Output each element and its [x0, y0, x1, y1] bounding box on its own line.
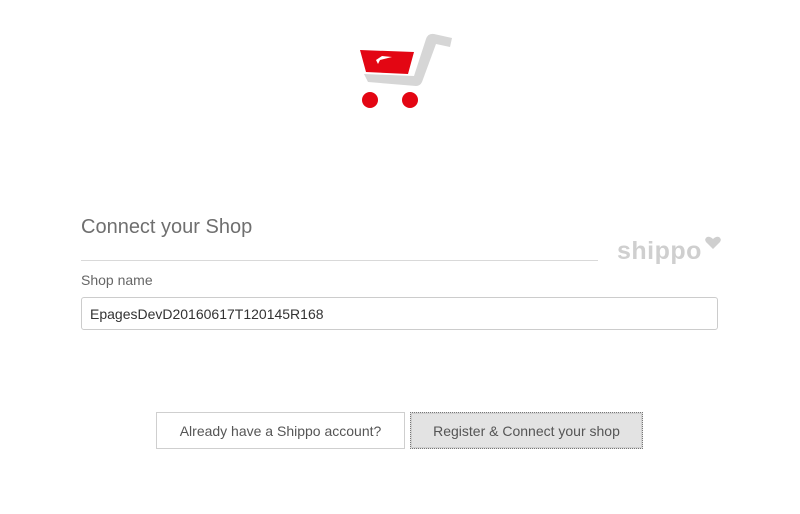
- shop-name-label: Shop name: [81, 272, 153, 288]
- shopping-cart-icon: [360, 33, 452, 108]
- connect-shop-page: Connect your Shop shippo Shop name Alrea…: [0, 0, 800, 514]
- register-connect-button[interactable]: Register & Connect your shop: [410, 412, 643, 449]
- title-divider: [81, 260, 598, 261]
- heart-icon: [705, 236, 721, 249]
- shippo-logo: shippo: [617, 237, 702, 265]
- shop-name-input[interactable]: [81, 297, 718, 330]
- page-title: Connect your Shop: [81, 216, 253, 238]
- existing-account-button[interactable]: Already have a Shippo account?: [156, 412, 405, 449]
